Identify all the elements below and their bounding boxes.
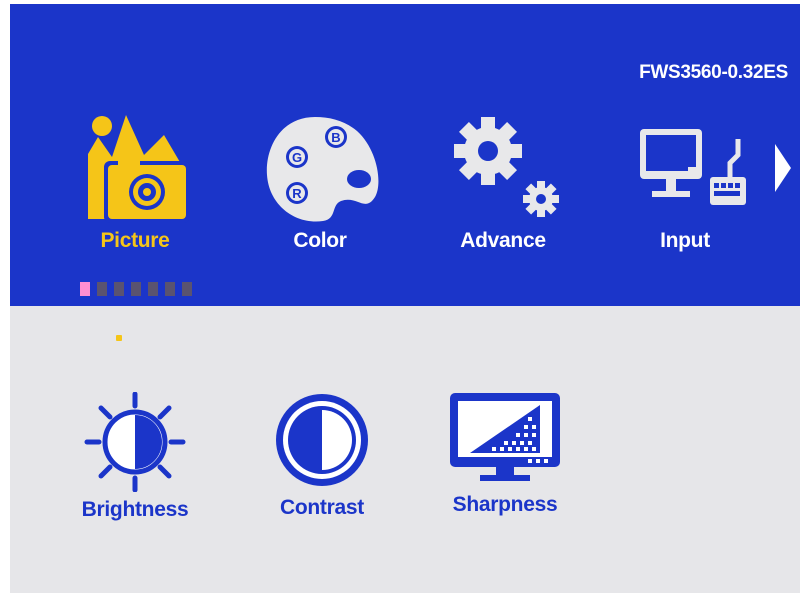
sharpness-item[interactable]: Sharpness bbox=[430, 387, 580, 527]
tab-picture[interactable]: Picture bbox=[60, 109, 210, 341]
palette-letter-g: G bbox=[292, 150, 302, 165]
page-dot bbox=[148, 282, 158, 296]
palette-letter-r: R bbox=[292, 186, 302, 201]
model-number: FWS3560-0.32ES bbox=[639, 62, 788, 83]
brightness-item[interactable]: Brightness bbox=[60, 392, 210, 532]
tab-color[interactable]: B G R Color bbox=[245, 109, 395, 259]
tab-color-label: Color bbox=[293, 229, 347, 252]
contrast-icon bbox=[276, 394, 368, 486]
page-dot bbox=[114, 282, 124, 296]
contrast-item[interactable]: Contrast bbox=[247, 390, 397, 530]
tab-advance[interactable]: Advance bbox=[428, 109, 578, 259]
osd-header: FWS3560-0.32ES Picture B G R Color Advan… bbox=[10, 4, 800, 341]
active-indicator bbox=[116, 335, 122, 341]
brightness-label: Brightness bbox=[81, 498, 189, 521]
contrast-label: Contrast bbox=[280, 496, 364, 519]
page-dot bbox=[165, 282, 175, 296]
sun-icon bbox=[84, 392, 186, 492]
osd-screen: FWS3560-0.32ES Picture B G R Color Advan… bbox=[10, 4, 800, 593]
tab-advance-label: Advance bbox=[460, 229, 546, 252]
page-dot bbox=[97, 282, 107, 296]
palette-letter-b: B bbox=[331, 130, 340, 145]
page-indicator bbox=[80, 282, 192, 296]
monitor-keyboard-icon bbox=[640, 129, 746, 205]
palette-icon: B G R bbox=[266, 117, 379, 222]
page-dot bbox=[131, 282, 141, 296]
tab-input[interactable]: Input bbox=[610, 109, 760, 259]
chevron-right-icon[interactable] bbox=[775, 144, 791, 192]
sharpness-monitor-icon bbox=[450, 393, 560, 481]
sharpness-label: Sharpness bbox=[452, 493, 558, 516]
page-dot bbox=[80, 282, 90, 296]
gears-icon bbox=[454, 117, 559, 217]
page-dot bbox=[182, 282, 192, 296]
tab-input-label: Input bbox=[660, 229, 710, 252]
tab-picture-label: Picture bbox=[100, 229, 170, 252]
picture-icon bbox=[88, 115, 190, 223]
